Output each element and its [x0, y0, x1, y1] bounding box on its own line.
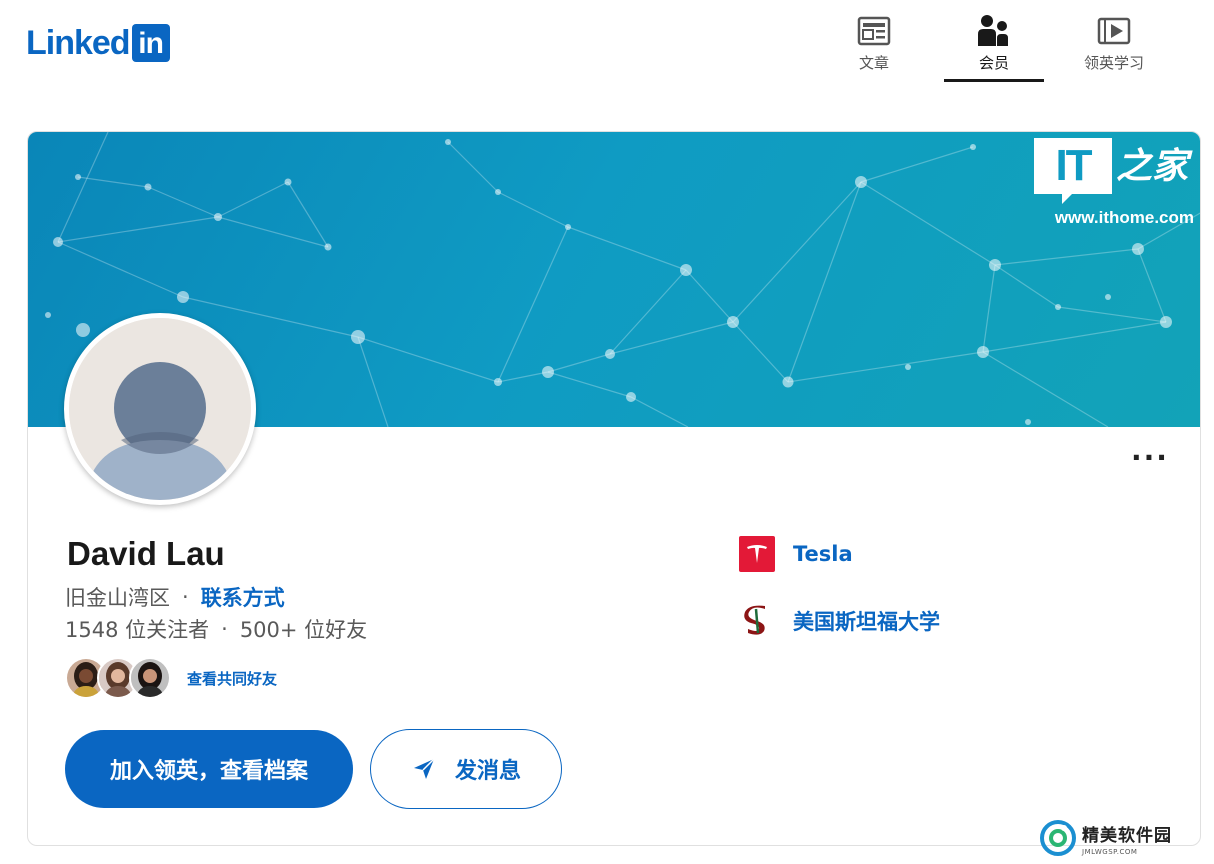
top-navigation-bar: Linked in 文章 会员 领英学习 — [0, 0, 1214, 90]
learning-video-icon — [1097, 17, 1131, 45]
followers-line: 1548 位关注者 · 500+ 位好友 — [65, 614, 367, 644]
jmlwgsp-title: 精美软件园 — [1082, 825, 1172, 846]
profile-card: IT 之家 www.ithome.com ··· David Lau 旧金山湾区… — [27, 131, 1201, 846]
send-message-label: 发消息 — [454, 759, 521, 784]
nav-label-articles: 文章 — [858, 54, 889, 72]
person-photo-icon — [131, 659, 169, 697]
join-to-view-profile-button[interactable]: 加入领英，查看档案 — [65, 730, 353, 808]
nav-label-members: 会员 — [978, 54, 1009, 72]
more-options-button[interactable]: ··· — [1130, 444, 1170, 478]
tesla-label: Tesla — [793, 542, 853, 566]
logo-in-box: in — [131, 24, 170, 62]
people-icon — [978, 15, 1008, 46]
article-icon — [857, 16, 891, 46]
mutual-connections[interactable]: 查看共同好友 — [65, 656, 277, 700]
logo-word: Linked — [26, 24, 131, 62]
main-nav: 文章 会员 领英学习 — [814, 10, 1214, 82]
nav-item-articles[interactable]: 文章 — [814, 10, 934, 82]
contact-info-link[interactable]: 联系方式 — [201, 582, 285, 612]
jmlwgsp-text: 精美软件园 JMLWGSP.COM — [1082, 821, 1172, 856]
stanford-label: 美国斯坦福大学 — [793, 610, 940, 634]
profile-avatar — [64, 313, 256, 505]
ithome-watermark: IT 之家 www.ithome.com — [1034, 138, 1194, 238]
default-avatar-icon — [69, 318, 251, 500]
nav-item-members[interactable]: 会员 — [934, 10, 1054, 82]
ithome-logo: IT 之家 — [1034, 138, 1194, 204]
view-mutual-connections-link[interactable]: 查看共同好友 — [187, 668, 277, 689]
stanford-logo-icon — [739, 603, 775, 639]
connections-count: 500+ 位好友 — [239, 618, 368, 642]
followers-count: 1548 位关注者 — [65, 618, 210, 642]
location-line: 旧金山湾区 · 联系方式 — [65, 582, 285, 612]
swirl-logo-icon — [1040, 820, 1076, 856]
separator-dot-2: · — [221, 617, 228, 641]
nav-item-learning[interactable]: 领英学习 — [1054, 10, 1174, 82]
jmlwgsp-url: JMLWGSP.COM — [1082, 847, 1138, 856]
send-icon — [413, 758, 435, 779]
send-message-button[interactable]: 发消息 — [370, 729, 562, 809]
jmlwgsp-watermark: 精美软件园 JMLWGSP.COM — [1040, 818, 1200, 858]
nav-label-learning: 领英学习 — [1083, 54, 1144, 72]
ithome-logo-it: IT — [1034, 138, 1112, 204]
ithome-url: www.ithome.com — [1054, 208, 1194, 227]
mutual-avatar-3 — [129, 657, 171, 699]
separator-dot: · — [182, 585, 189, 609]
current-company-tesla[interactable]: Tesla — [739, 536, 853, 572]
location-text: 旧金山湾区 — [65, 586, 170, 610]
tesla-logo-icon — [739, 536, 775, 572]
profile-name: David Lau — [67, 535, 225, 572]
linkedin-logo[interactable]: Linked in — [26, 24, 170, 62]
ithome-logo-cn: 之家 — [1116, 145, 1189, 187]
education-stanford[interactable]: 美国斯坦福大学 — [739, 603, 940, 639]
